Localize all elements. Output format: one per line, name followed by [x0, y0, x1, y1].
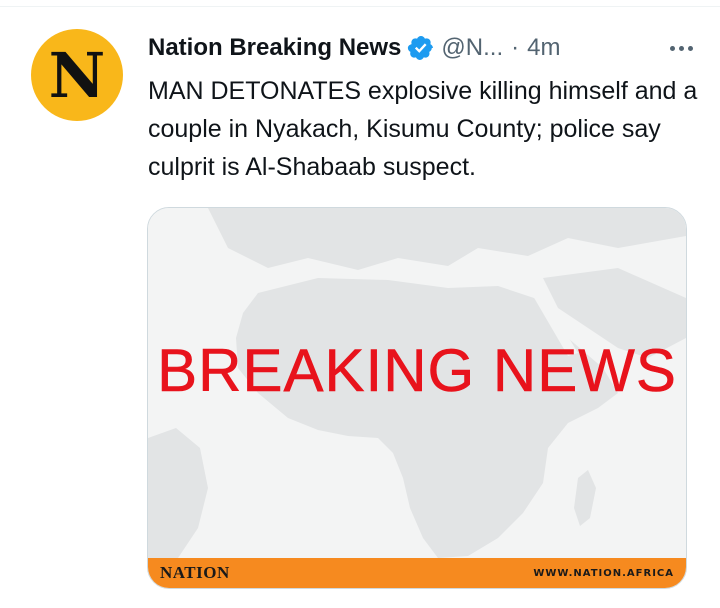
tweet-card[interactable]: N Nation Breaking News @N... · 4m MAN DE…: [0, 0, 720, 608]
more-dot: [669, 45, 675, 51]
more-options-icon[interactable]: [664, 34, 698, 62]
avatar-letter: N: [48, 39, 106, 112]
divider: [0, 0, 720, 7]
media-footer-bar: NATION WWW.NATION.AFRICA: [148, 558, 686, 588]
display-name[interactable]: Nation Breaking News: [148, 34, 401, 62]
user-handle[interactable]: @N...: [441, 34, 503, 62]
more-dot: [687, 45, 693, 51]
separator-dot: ·: [511, 34, 520, 61]
tweet-text: MAN DETONATES explosive killing himself …: [148, 77, 698, 181]
brand-logo: NATION: [160, 563, 230, 582]
timestamp[interactable]: 4m: [527, 34, 560, 62]
breaking-news-headline: BREAKING NEWS: [157, 337, 677, 405]
tweet-header: Nation Breaking News @N... · 4m: [148, 30, 698, 66]
more-dot: [678, 45, 684, 51]
avatar[interactable]: N: [31, 29, 123, 121]
verified-badge-icon: [408, 36, 434, 60]
tweet-media-image[interactable]: BREAKING NEWS NATION WWW.NATION.AFRICA: [147, 207, 687, 589]
site-url: WWW.NATION.AFRICA: [533, 567, 674, 579]
